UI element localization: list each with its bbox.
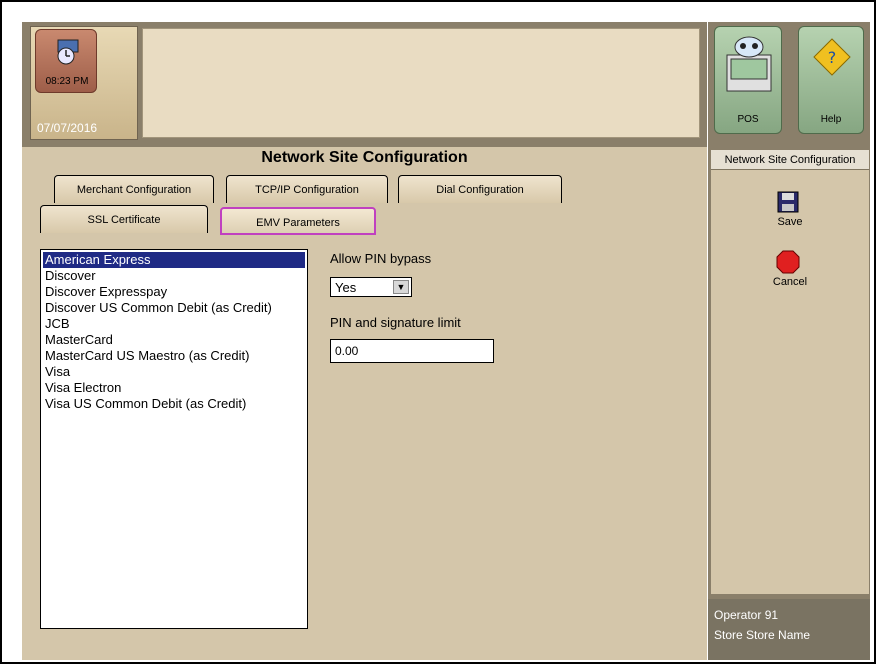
pin-bypass-value: Yes (335, 280, 357, 295)
list-item[interactable]: Discover US Common Debit (as Credit) (43, 300, 305, 316)
list-item[interactable]: Discover Expresspay (43, 284, 305, 300)
pin-bypass-label: Allow PIN bypass (330, 251, 432, 266)
pos-button[interactable]: POS (714, 26, 782, 134)
operator-label: Operator 91 (714, 608, 779, 622)
sidebar: Network Site Configuration Save Cancel O… (708, 147, 870, 660)
save-icon (777, 191, 799, 213)
chevron-down-icon[interactable]: ▼ (393, 280, 409, 294)
list-item[interactable]: Visa (43, 364, 305, 380)
pos-icon (726, 36, 772, 92)
sidebar-title: Network Site Configuration (711, 150, 869, 170)
list-item[interactable]: MasterCard US Maestro (as Credit) (43, 348, 305, 364)
store-label: Store Store Name (714, 628, 811, 642)
cancel-button[interactable]: Cancel (711, 246, 869, 296)
tab-tcpip-configuration[interactable]: TCP/IP Configuration (226, 175, 388, 203)
help-label: Help (820, 114, 842, 125)
clock-icon (57, 39, 79, 65)
clock-button[interactable]: 08:23 PM (35, 29, 97, 93)
message-area (142, 28, 700, 138)
tab-ssl-certificate[interactable]: SSL Certificate (40, 205, 208, 233)
svg-text:?: ? (828, 48, 837, 67)
emv-parameters-panel: American Express Discover Discover Expre… (22, 237, 707, 660)
page-title: Network Site Configuration (22, 147, 707, 169)
clock-date: 07/07/2016 (37, 121, 98, 135)
status-footer: Operator 91 Store Store Name (708, 599, 870, 660)
sidebar-panel: Network Site Configuration Save Cancel (711, 150, 869, 594)
list-item[interactable]: American Express (43, 252, 305, 268)
save-label: Save (777, 216, 803, 228)
limit-label: PIN and signature limit (330, 315, 461, 330)
tab-emv-parameters[interactable]: EMV Parameters (220, 207, 376, 235)
card-type-list[interactable]: American Express Discover Discover Expre… (40, 249, 308, 629)
help-icon: ? (813, 38, 851, 76)
pin-bypass-select[interactable]: Yes ▼ (330, 277, 412, 297)
list-item[interactable]: Discover (43, 268, 305, 284)
pos-label: POS (737, 114, 759, 125)
tab-merchant-configuration[interactable]: Merchant Configuration (54, 175, 214, 203)
tab-dial-configuration[interactable]: Dial Configuration (398, 175, 562, 203)
clock-panel: 08:23 PM 07/07/2016 (30, 26, 138, 140)
cancel-label: Cancel (772, 276, 808, 288)
top-bar: 08:23 PM 07/07/2016 (22, 22, 707, 147)
right-toolbar: POS ? Help (708, 22, 870, 147)
list-item[interactable]: Visa US Common Debit (as Credit) (43, 396, 305, 412)
tab-bar: Merchant Configuration TCP/IP Configurat… (22, 169, 707, 237)
help-button[interactable]: ? Help (798, 26, 864, 134)
stop-icon (776, 250, 800, 274)
clock-time: 08:23 PM (45, 76, 89, 87)
save-button[interactable]: Save (711, 186, 869, 236)
limit-input[interactable]: 0.00 (330, 339, 494, 363)
list-item[interactable]: MasterCard (43, 332, 305, 348)
list-item[interactable]: Visa Electron (43, 380, 305, 396)
list-item[interactable]: JCB (43, 316, 305, 332)
